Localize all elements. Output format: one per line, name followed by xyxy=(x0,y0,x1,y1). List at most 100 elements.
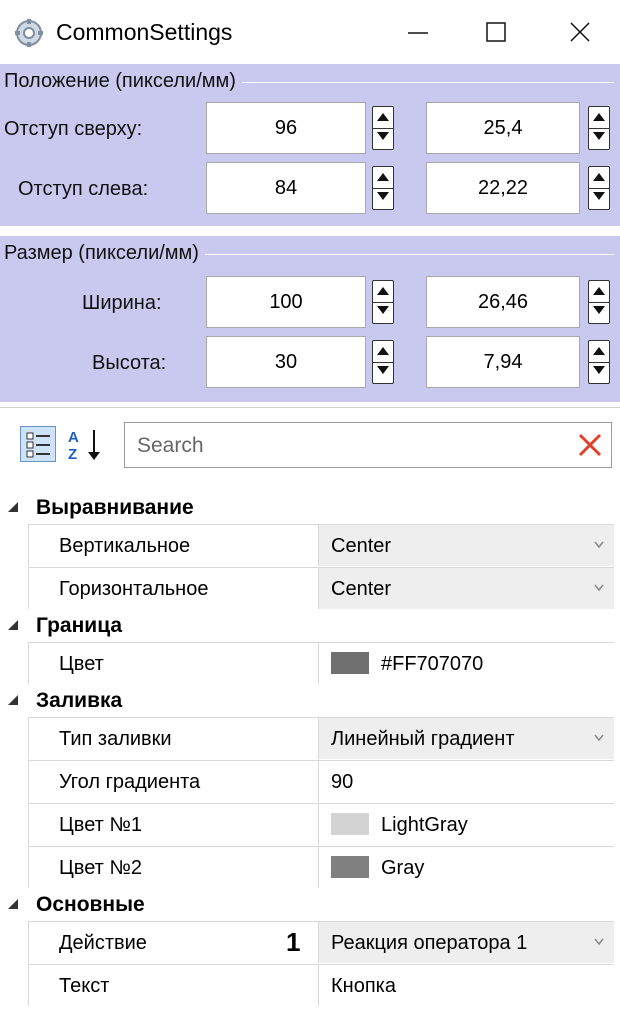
arrow-up-icon xyxy=(377,113,389,121)
spin-up-button[interactable] xyxy=(589,167,609,189)
property-name: Цвет №1 xyxy=(28,803,318,845)
width-label: Ширина: xyxy=(82,292,162,314)
height-mm-input[interactable]: 7,94 xyxy=(426,336,580,388)
spin-down-button[interactable] xyxy=(373,128,393,149)
chevron-down-icon xyxy=(594,584,604,592)
property-name: Действие xyxy=(28,921,318,963)
horizontal-alignment-select[interactable]: Center xyxy=(318,567,614,609)
left-offset-px-input[interactable]: 84 xyxy=(206,162,366,214)
arrow-up-icon xyxy=(593,113,605,121)
spin-down-button[interactable] xyxy=(373,188,393,209)
top-offset-mm-spinner[interactable] xyxy=(588,106,610,150)
left-offset-mm-spinner[interactable] xyxy=(588,166,610,210)
left-offset-px-spinner[interactable] xyxy=(372,166,394,210)
categorized-view-button[interactable] xyxy=(20,426,56,462)
text-value[interactable]: Кнопка xyxy=(318,964,614,1006)
gradient-angle-value[interactable]: 90 xyxy=(318,760,614,802)
action-select[interactable]: Реакция оператора 1 xyxy=(318,921,614,963)
arrow-up-icon xyxy=(593,347,605,355)
property-name: Горизонтальное xyxy=(28,567,318,609)
spin-up-button[interactable] xyxy=(373,341,393,363)
property-row[interactable]: Текст Кнопка xyxy=(0,964,620,1007)
width-px-spinner[interactable] xyxy=(372,280,394,324)
category-border[interactable]: Граница xyxy=(0,610,620,642)
maximize-icon xyxy=(486,22,506,42)
color-2-value[interactable]: Gray xyxy=(318,846,614,888)
vertical-alignment-select[interactable]: Center xyxy=(318,524,614,566)
border-color-value[interactable]: #FF707070 xyxy=(318,642,614,684)
clear-search-icon[interactable] xyxy=(577,432,603,458)
spin-up-button[interactable] xyxy=(589,341,609,363)
spin-down-button[interactable] xyxy=(373,302,393,323)
arrow-down-icon xyxy=(377,192,389,200)
property-row[interactable]: Цвет #FF707070 xyxy=(0,642,620,685)
height-mm-spinner[interactable] xyxy=(588,340,610,384)
search-input[interactable] xyxy=(135,423,559,469)
property-row[interactable]: Цвет №1 LightGray xyxy=(0,803,620,846)
width-px-input[interactable]: 100 xyxy=(206,276,366,328)
property-name: Тип заливки xyxy=(28,717,318,759)
property-name: Вертикальное xyxy=(28,524,318,566)
size-group-title: Размер (пиксели/мм) xyxy=(4,238,205,268)
spin-down-button[interactable] xyxy=(589,128,609,149)
arrow-down-icon xyxy=(593,366,605,374)
height-px-input[interactable]: 30 xyxy=(206,336,366,388)
property-value: LightGray xyxy=(381,814,468,836)
minimize-button[interactable] xyxy=(388,10,448,54)
arrow-down-icon xyxy=(377,132,389,140)
collapse-arrow-icon[interactable] xyxy=(6,618,20,632)
property-row[interactable]: Тип заливки Линейный градиент xyxy=(0,717,620,760)
minimize-icon xyxy=(408,32,428,34)
spin-down-button[interactable] xyxy=(589,362,609,383)
chevron-down-icon xyxy=(594,938,604,946)
property-name: Угол градиента xyxy=(28,760,318,802)
top-offset-px-input[interactable]: 96 xyxy=(206,102,366,154)
arrow-up-icon xyxy=(377,347,389,355)
property-row[interactable]: Угол градиента 90 xyxy=(0,760,620,803)
category-fill[interactable]: Заливка xyxy=(0,685,620,717)
maximize-button[interactable] xyxy=(466,10,526,54)
property-value: 90 xyxy=(331,771,354,793)
sort-az-button[interactable]: A Z xyxy=(64,424,108,464)
spin-up-button[interactable] xyxy=(589,107,609,129)
spin-up-button[interactable] xyxy=(373,167,393,189)
property-row[interactable]: Горизонтальное Center xyxy=(0,567,620,610)
position-group: Положение (пиксели/мм) Отступ сверху: 96… xyxy=(0,64,620,226)
height-px-spinner[interactable] xyxy=(372,340,394,384)
property-row[interactable]: Вертикальное Center xyxy=(0,524,620,567)
callout-marker: 1 xyxy=(286,927,301,957)
category-label: Основные xyxy=(36,893,145,916)
category-main[interactable]: Основные xyxy=(0,889,620,921)
spin-down-button[interactable] xyxy=(589,302,609,323)
spin-up-button[interactable] xyxy=(589,281,609,303)
property-grid: Выравнивание Вертикальное Center Горизон… xyxy=(0,492,620,1007)
close-button[interactable] xyxy=(550,10,610,54)
category-alignment[interactable]: Выравнивание xyxy=(0,492,620,524)
left-offset-mm-input[interactable]: 22,22 xyxy=(426,162,580,214)
property-row[interactable]: Действие 1 Реакция оператора 1 xyxy=(0,921,620,964)
collapse-arrow-icon[interactable] xyxy=(6,500,20,514)
top-offset-px-spinner[interactable] xyxy=(372,106,394,150)
window-title: CommonSettings xyxy=(56,19,233,45)
size-group: Размер (пиксели/мм) Ширина: 100 26,46 Вы… xyxy=(0,236,620,402)
width-mm-input[interactable]: 26,46 xyxy=(426,276,580,328)
spin-up-button[interactable] xyxy=(373,281,393,303)
search-box xyxy=(124,422,612,469)
collapse-arrow-icon[interactable] xyxy=(6,693,20,707)
spin-down-button[interactable] xyxy=(589,188,609,209)
top-offset-mm-input[interactable]: 25,4 xyxy=(426,102,580,154)
spin-down-button[interactable] xyxy=(373,362,393,383)
spin-up-button[interactable] xyxy=(373,107,393,129)
arrow-up-icon xyxy=(377,287,389,295)
chevron-down-icon xyxy=(594,734,604,742)
app-icon xyxy=(15,19,43,47)
title-bar: CommonSettings xyxy=(0,0,620,64)
property-row[interactable]: Цвет №2 Gray xyxy=(0,846,620,889)
property-value: Кнопка xyxy=(331,975,396,997)
color-1-value[interactable]: LightGray xyxy=(318,803,614,845)
arrow-up-icon xyxy=(593,173,605,181)
fill-type-select[interactable]: Линейный градиент xyxy=(318,717,614,759)
collapse-arrow-icon[interactable] xyxy=(6,897,20,911)
chevron-down-icon xyxy=(594,541,604,549)
width-mm-spinner[interactable] xyxy=(588,280,610,324)
